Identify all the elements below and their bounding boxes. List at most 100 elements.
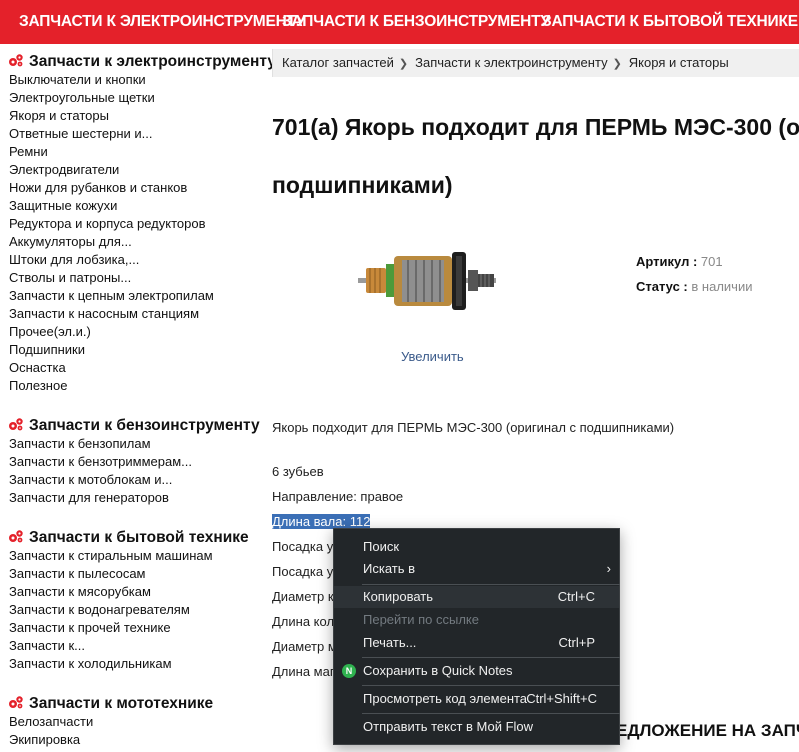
zoom-link[interactable]: Увеличить	[401, 349, 464, 364]
spec-line: Диаметр к	[272, 589, 334, 604]
sidebar-item[interactable]: Запчасти для генераторов	[9, 489, 192, 507]
sidebar-heading-label: Запчасти к мототехнике	[29, 695, 214, 712]
sidebar-item[interactable]: Запчасти к насосным станциям	[9, 305, 214, 323]
sidebar-heading-label: Запчасти к бытовой технике	[29, 529, 249, 546]
sidebar-item[interactable]: Штоки для лобзика,...	[9, 251, 214, 269]
gears-icon	[9, 530, 23, 543]
gears-icon	[9, 418, 23, 431]
spec-line: Длина маг	[272, 664, 335, 679]
menu-item-search[interactable]: Поиск	[334, 536, 619, 558]
sidebar-item[interactable]: Полезное	[9, 377, 214, 395]
sidebar-item[interactable]: Прочее(эл.и.)	[9, 323, 214, 341]
gears-icon	[9, 696, 23, 709]
sidebar-item[interactable]: Аккумуляторы для...	[9, 233, 214, 251]
sidebar-heading-label: Запчасти к бензоинструменту	[29, 417, 260, 434]
sidebar-item[interactable]: Электроугольные щетки	[9, 89, 214, 107]
chevron-right-icon: ❯	[398, 58, 409, 70]
sidebar-item[interactable]: Якоря и статоры	[9, 107, 214, 125]
sidebar-item[interactable]: Запчасти к прочей технике	[9, 619, 213, 637]
nav-electro-parts[interactable]: Запчасти к электроинструменту	[19, 0, 306, 44]
sidebar-item[interactable]: Редуктора и корпуса редукторов	[9, 215, 214, 233]
sidebar-item[interactable]: Запчасти к бензотриммерам...	[9, 453, 192, 471]
status-row: Статус : в наличии	[636, 279, 752, 294]
menu-item-copy[interactable]: Копировать Ctrl+C	[334, 586, 619, 608]
status-value: в наличии	[691, 279, 753, 294]
sidebar-item[interactable]: Запчасти к стиральным машинам	[9, 547, 213, 565]
menu-item-label: Просмотреть код элемента	[363, 691, 528, 706]
menu-item-label: Перейти по ссылке	[363, 612, 479, 627]
menu-item-inspect[interactable]: Просмотреть код элемента Ctrl+Shift+C	[334, 688, 619, 710]
spec-line: 6 зубьев	[272, 464, 324, 479]
menu-divider	[362, 584, 620, 585]
spec-line: Посадка у	[272, 539, 334, 554]
menu-item-label: Поиск	[363, 539, 400, 554]
sidebar-heading-electro[interactable]: Запчасти к электроинструменту	[8, 52, 276, 71]
spec-line: Посадка у	[272, 564, 334, 579]
sidebar-heading-moto[interactable]: Запчасти к мототехнике	[8, 694, 213, 713]
sidebar-item[interactable]: Ремни	[9, 143, 214, 161]
context-menu: Поиск Искать в › Копировать Ctrl+C Перей…	[333, 528, 620, 745]
sidebar-item[interactable]: Запчасти к...	[9, 637, 213, 655]
menu-item-print[interactable]: Печать... Ctrl+P	[334, 632, 619, 654]
breadcrumb-armatures[interactable]: Якоря и статоры	[629, 55, 729, 70]
sidebar-item[interactable]: Запчасти к водонагревателям	[9, 601, 213, 619]
sidebar-list-electro: Выключатели и кнопки Электроугольные щет…	[9, 71, 214, 395]
product-image[interactable]	[350, 238, 500, 323]
sidebar-item[interactable]: Запчасти к мотоблокам и...	[9, 471, 192, 489]
menu-item-label: Печать...	[363, 635, 417, 650]
sidebar-heading-petrol[interactable]: Запчасти к бензоинструменту	[8, 416, 260, 435]
sidebar-item[interactable]: Экипировка	[9, 731, 93, 749]
sidebar-item[interactable]: Запчасти к мясорубкам	[9, 583, 213, 601]
sidebar-item[interactable]: Запчасти к пылесосам	[9, 565, 213, 583]
sidebar-item[interactable]: Электродвигатели	[9, 161, 214, 179]
sidebar-item[interactable]: Ножи для рубанков и станков	[9, 179, 214, 197]
product-description: Якорь подходит для ПЕРМЬ МЭС-300 (оригин…	[272, 420, 675, 435]
menu-shortcut: Ctrl+Shift+C	[526, 691, 597, 706]
spec-line: Длина кол	[272, 614, 335, 629]
sidebar-list-household: Запчасти к стиральным машинам Запчасти к…	[9, 547, 213, 673]
sidebar-heading-label: Запчасти к электроинструменту	[29, 53, 276, 70]
menu-shortcut: Ctrl+P	[558, 635, 595, 650]
sidebar-item[interactable]: Велозапчасти	[9, 713, 93, 731]
menu-item-label: Сохранить в Quick Notes	[363, 663, 513, 678]
menu-item-label: Отправить текст в Мой Flow	[363, 719, 534, 734]
menu-item-quick-notes[interactable]: N Сохранить в Quick Notes	[334, 660, 619, 682]
sidebar-item[interactable]: Стволы и патроны...	[9, 269, 214, 287]
status-label: Статус :	[636, 279, 688, 294]
breadcrumb: Каталог запчастей ❯ Запчасти к электроинст…	[272, 49, 799, 77]
sidebar-item[interactable]: Запчасти к бензопилам	[9, 435, 192, 453]
sidebar-item[interactable]: Подшипники	[9, 341, 214, 359]
offer-heading: едложение на запчас	[616, 721, 799, 740]
nav-petrol-parts[interactable]: Запчасти к бензоинструменту	[282, 0, 550, 44]
chevron-right-icon: ›	[606, 561, 611, 576]
chevron-right-icon: ❯	[612, 58, 622, 70]
menu-item-send-flow[interactable]: Отправить текст в Мой Flow	[334, 716, 619, 738]
menu-item-search-in[interactable]: Искать в ›	[334, 558, 619, 580]
spec-line-selected: Длина вала: 112	[272, 514, 371, 529]
sku-row: Артикул : 701	[636, 254, 723, 269]
sidebar-item[interactable]: Оснастка	[9, 359, 214, 377]
breadcrumb-catalog[interactable]: Каталог запчастей	[282, 55, 394, 70]
spec-line: Диаметр м	[272, 639, 337, 654]
menu-divider	[362, 713, 620, 714]
top-navigation: Запчасти к электроинструменту Запчасти к…	[0, 0, 799, 44]
spec-line: Направление: правое	[272, 489, 404, 504]
page-title-line: 701(а) Якорь подходит для ПЕРМЬ МЭС-300 …	[272, 114, 799, 140]
menu-item-follow-link[interactable]: Перейти по ссылке	[334, 609, 619, 631]
sidebar-item[interactable]: Выключатели и кнопки	[9, 71, 214, 89]
menu-item-label: Искать в	[363, 561, 416, 576]
page-title-line: подшипниками)	[272, 172, 453, 198]
sku-label: Артикул :	[636, 254, 698, 269]
sidebar-item[interactable]: Запчасти к холодильникам	[9, 655, 213, 673]
sidebar-heading-household[interactable]: Запчасти к бытовой технике	[8, 528, 249, 547]
sidebar-item[interactable]: Защитные кожухи	[9, 197, 214, 215]
quick-notes-icon: N	[342, 664, 356, 678]
breadcrumb-electro[interactable]: Запчасти к электроинструменту	[415, 55, 607, 70]
sidebar-list-petrol: Запчасти к бензопилам Запчасти к бензотр…	[9, 435, 192, 507]
sidebar-list-moto: Велозапчасти Экипировка	[9, 713, 93, 749]
menu-shortcut: Ctrl+C	[557, 589, 595, 604]
nav-household-parts[interactable]: Запчасти к бытовой технике	[542, 0, 798, 44]
sidebar-item[interactable]: Запчасти к цепным электропилам	[9, 287, 214, 305]
sidebar-item[interactable]: Ответные шестерни и...	[9, 125, 214, 143]
menu-divider	[362, 657, 620, 658]
